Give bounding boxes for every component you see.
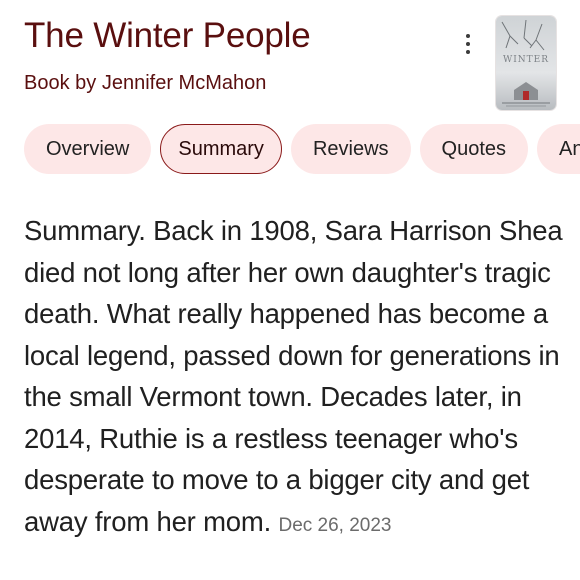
tab-bar: Overview Summary Reviews Quotes Ana xyxy=(24,124,580,174)
book-title: The Winter People xyxy=(24,16,311,55)
tab-summary[interactable]: Summary xyxy=(160,124,282,174)
book-subtitle: Book by Jennifer McMahon xyxy=(24,72,267,94)
tab-overview[interactable]: Overview xyxy=(24,124,152,174)
cover-title-text: WINTER xyxy=(503,55,549,65)
book-cover-art: WINTER xyxy=(496,16,556,110)
summary-block: Summary. Back in 1908, Sara Harrison She… xyxy=(24,210,569,546)
tab-quotes[interactable]: Quotes xyxy=(419,124,528,174)
more-vert-icon xyxy=(466,34,470,38)
book-cover-image[interactable]: WINTER xyxy=(496,16,556,110)
more-options-button[interactable] xyxy=(454,26,482,62)
tab-analysis[interactable]: Ana xyxy=(537,124,580,174)
tab-reviews[interactable]: Reviews xyxy=(290,124,411,174)
summary-date: Dec 26, 2023 xyxy=(278,514,392,536)
summary-text: Summary. Back in 1908, Sara Harrison She… xyxy=(24,215,563,537)
knowledge-panel: The Winter People Book by Jennifer McMah… xyxy=(0,0,580,580)
